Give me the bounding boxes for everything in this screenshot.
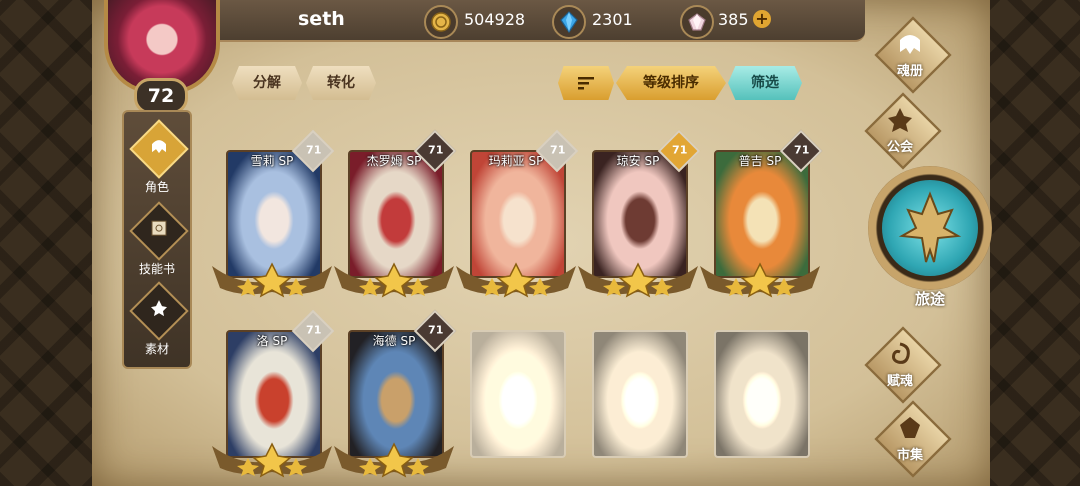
skill-book-icon [129, 201, 189, 261]
rank-wings-icon [212, 262, 332, 298]
character-portrait [592, 330, 688, 458]
character-portrait [470, 330, 566, 458]
rank-wings-icon [212, 442, 332, 478]
soul-book-label: 魂册 [896, 64, 923, 79]
rank-wings-icon [334, 442, 454, 478]
talent-label: 赋魂 [886, 374, 913, 389]
character-card[interactable]: 洛 SP 71 [212, 309, 335, 478]
character-level: 71 [306, 143, 322, 157]
soul-book-icon [900, 35, 920, 54]
material-icon [129, 281, 189, 341]
character-level: 71 [428, 143, 444, 157]
crystal-icon [552, 5, 586, 39]
market-label: 市集 [896, 448, 923, 463]
locked-character-card[interactable] [588, 328, 688, 478]
crystal-amount: 2301 [592, 10, 633, 29]
journey-label: 旅途 [914, 290, 945, 308]
gold-amount: 504928 [464, 10, 526, 29]
rank-wings-icon [456, 262, 576, 298]
sort-lines-icon [578, 77, 594, 90]
character-card[interactable]: 普吉 SP 71 [700, 129, 823, 298]
character-level: 71 [428, 323, 444, 337]
helmet-icon [129, 119, 189, 179]
character-card[interactable]: 玛莉亚 SP 71 [456, 129, 579, 298]
locked-character-card[interactable] [466, 328, 566, 478]
guild-label: 公会 [886, 140, 913, 155]
journey-orb [882, 180, 978, 276]
level-sort-button[interactable]: 等级排序 [616, 66, 726, 100]
left-sidebar: 角色 技能书 素材 [122, 110, 192, 369]
rank-wings-icon [578, 262, 698, 298]
market-gem-icon [900, 417, 920, 438]
rank-wings-icon [700, 262, 820, 298]
sidebar-label-materials: 素材 [144, 342, 169, 356]
player-level-badge: 72 [134, 78, 188, 114]
player-avatar-frame[interactable]: 72 [100, 0, 220, 114]
swirl-icon [892, 342, 910, 364]
guild-icon [888, 108, 912, 132]
filter-button[interactable]: 筛选 [728, 66, 802, 100]
right-frame [984, 0, 1080, 486]
sidebar-label-characters: 角色 [144, 180, 169, 194]
character-portrait [714, 330, 810, 458]
decompose-button[interactable]: 分解 [232, 66, 302, 100]
character-card[interactable]: 海德 SP 71 [334, 309, 457, 478]
sort-toggle-button[interactable] [558, 66, 614, 100]
rank-wings-icon [334, 262, 454, 298]
player-name: seth [298, 8, 345, 30]
journey-button[interactable]: 旅途 [868, 166, 992, 308]
trident-icon [898, 191, 962, 263]
guild-button[interactable]: 公会 [850, 92, 950, 170]
gem-icon [680, 5, 714, 39]
gold-coin-icon [424, 5, 458, 39]
soul-book-button[interactable]: 魂册 [860, 16, 960, 94]
convert-button[interactable]: 转化 [306, 66, 376, 100]
gem-amount: 385 [718, 10, 749, 29]
left-frame [0, 0, 96, 486]
sidebar-item-characters[interactable]: 角色 [124, 119, 190, 200]
character-level: 71 [550, 143, 566, 157]
character-level: 71 [306, 323, 322, 337]
talent-button[interactable]: 赋魂 [850, 326, 950, 404]
character-card[interactable]: 琼安 SP 71 [578, 129, 701, 298]
sidebar-label-skill-books: 技能书 [138, 262, 175, 276]
character-card[interactable]: 杰罗姆 SP 71 [334, 129, 457, 298]
sidebar-item-skill-books[interactable]: 技能书 [124, 201, 190, 282]
add-gem-button[interactable]: + [753, 10, 771, 28]
market-button[interactable]: 市集 [860, 400, 960, 478]
sidebar-item-materials[interactable]: 素材 [124, 281, 190, 362]
character-level: 71 [794, 143, 810, 157]
locked-character-card[interactable] [710, 328, 810, 478]
character-card[interactable]: 雪莉 SP 71 [212, 129, 335, 298]
character-level: 71 [672, 143, 688, 157]
